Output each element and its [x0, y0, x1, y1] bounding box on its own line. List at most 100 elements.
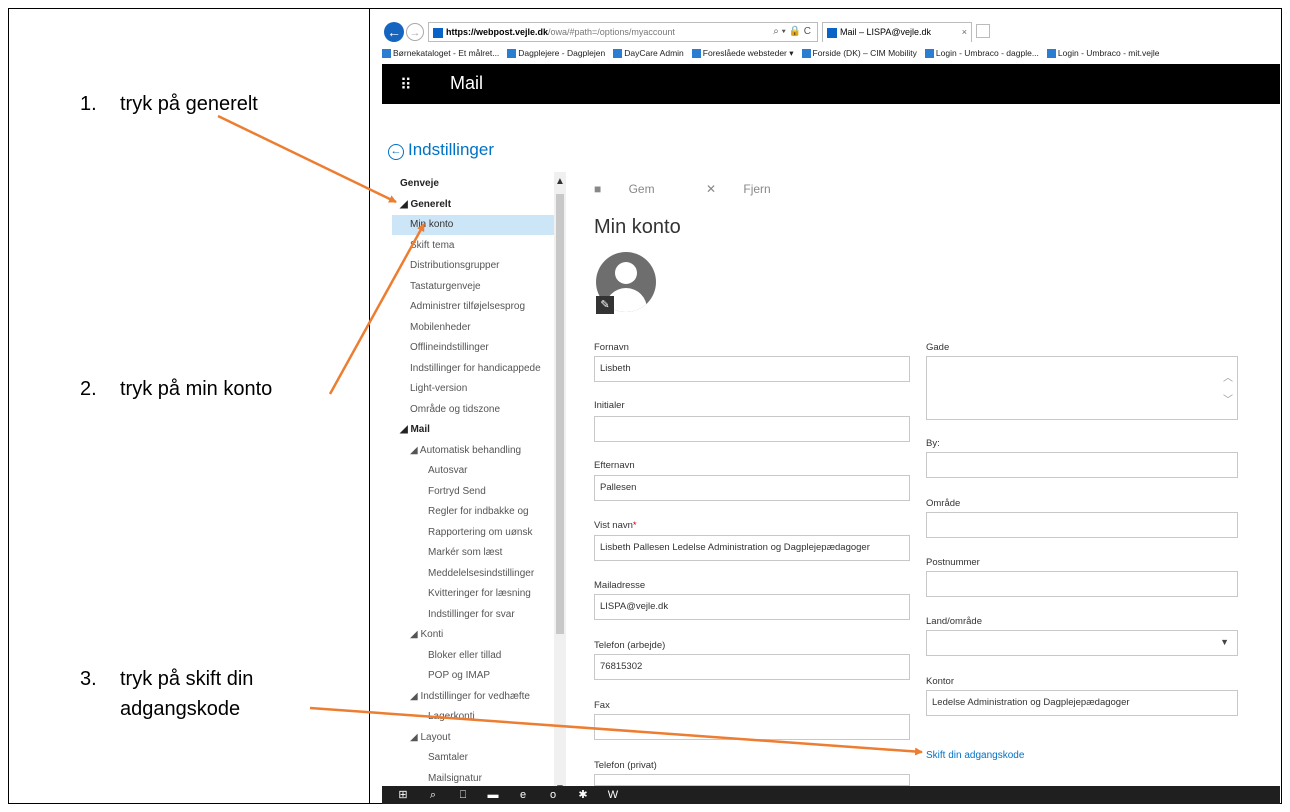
- sidebar-item[interactable]: Min konto: [392, 215, 556, 235]
- sidebar-item[interactable]: Lagerkonti: [392, 707, 556, 727]
- sidebar-item[interactable]: Samtaler: [392, 748, 556, 768]
- save-button[interactable]: ■ Gem: [594, 182, 679, 196]
- app-name: Mail: [450, 73, 484, 93]
- gade-textarea[interactable]: ︿ ﹀: [926, 356, 1238, 420]
- favorite-label: Forside (DK) – CIM Mobility: [812, 48, 917, 58]
- sidebar-item[interactable]: Markér som læst: [392, 543, 556, 563]
- favorite-item[interactable]: Login - Umbraco - mit.vejle: [1046, 48, 1160, 59]
- email-field[interactable]: LISPA@vejle.dk: [594, 594, 910, 620]
- vistnavn-field[interactable]: Lisbeth Pallesen Ledelse Administration …: [594, 535, 910, 561]
- sidebar-item[interactable]: ◢ Automatisk behandling: [392, 441, 556, 461]
- by-field[interactable]: [926, 452, 1238, 478]
- sidebar-item[interactable]: Meddelelsesindstillinger: [392, 564, 556, 584]
- fornavn-field[interactable]: Lisbeth: [594, 356, 910, 382]
- task-view-icon[interactable]: ⎕: [456, 788, 470, 802]
- sidebar-item[interactable]: POP og IMAP: [392, 666, 556, 686]
- file-explorer-icon[interactable]: ▬: [486, 788, 500, 802]
- sidebar-item[interactable]: Tastaturgenveje: [392, 277, 556, 297]
- toolbar: ■ Gem ✕ Fjern: [594, 182, 819, 196]
- favorite-item[interactable]: Login - Umbraco - dagple...: [924, 48, 1039, 59]
- app-icon[interactable]: ✱: [576, 788, 590, 802]
- scrollbar-thumb[interactable]: [556, 194, 564, 634]
- sidebar-item[interactable]: Administrer tilføjelsesprog: [392, 297, 556, 317]
- edge-icon[interactable]: e: [516, 788, 530, 802]
- sidebar-item[interactable]: Regler for indbakke og: [392, 502, 556, 522]
- sidebar-item[interactable]: Offlineindstillinger: [392, 338, 556, 358]
- chevron-up-icon[interactable]: ︿: [1223, 369, 1233, 384]
- favorite-item[interactable]: DayCare Admin: [613, 48, 684, 59]
- url-action-icons[interactable]: ⌕ ▾ 🔒 C: [773, 23, 811, 41]
- land-select[interactable]: ▼: [926, 630, 1238, 656]
- forward-icon[interactable]: →: [406, 23, 424, 41]
- mail-label: Mailadresse: [594, 580, 646, 591]
- sidebar-item[interactable]: Skift tema: [392, 236, 556, 256]
- search-icon[interactable]: ⌕: [426, 788, 440, 802]
- url-input[interactable]: https://webpost.vejle.dk/owa/#path=/opti…: [428, 22, 818, 42]
- settings-back-link[interactable]: ← Indstillinger: [388, 140, 494, 160]
- close-icon[interactable]: ×: [962, 23, 967, 42]
- telefon-arbejde-field[interactable]: 76815302: [594, 654, 910, 680]
- url-path: /owa/#path=/options/myaccount: [548, 27, 675, 37]
- new-tab-icon[interactable]: [976, 24, 990, 38]
- favorite-icon: [691, 49, 701, 59]
- instruction-text: tryk på min konto: [120, 378, 273, 400]
- owa-favicon-icon: [433, 27, 443, 38]
- sidebar-item[interactable]: ◢ Konti: [392, 625, 556, 645]
- change-password-link[interactable]: Skift din adgangskode: [926, 750, 1024, 761]
- sidebar-item[interactable]: Kvitteringer for læsning: [392, 584, 556, 604]
- favorite-label: Login - Umbraco - mit.vejle: [1057, 48, 1160, 58]
- favorite-label: DayCare Admin: [624, 48, 684, 58]
- app-launcher-icon[interactable]: ⠿: [400, 75, 412, 95]
- chevron-up-icon[interactable]: ▲: [554, 176, 566, 187]
- browser-tab[interactable]: Mail – LISPA@vejle.dk ×: [822, 22, 972, 42]
- nav-scrollbar[interactable]: ▲ ▼: [554, 172, 566, 804]
- kontor-field[interactable]: Ledelse Administration og Dagplejepædago…: [926, 690, 1238, 716]
- favorite-item[interactable]: Foreslåede websteder ▾: [691, 48, 794, 59]
- omraade-field[interactable]: [926, 512, 1238, 538]
- sidebar-item[interactable]: Bloker eller tillad: [392, 646, 556, 666]
- omraade-label: Område: [926, 498, 961, 509]
- chevron-down-icon[interactable]: ﹀: [1223, 391, 1233, 406]
- sidebar-item[interactable]: Indstillinger for svar: [392, 605, 556, 625]
- sidebar-item[interactable]: ◢ Indstillinger for vedhæfte: [392, 687, 556, 707]
- sidebar-item[interactable]: ◢ Mail: [392, 420, 556, 440]
- column-divider: [369, 8, 370, 804]
- required-marker: *: [632, 520, 637, 531]
- pencil-icon[interactable]: ✎: [596, 296, 614, 314]
- efternavn-field[interactable]: Pallesen: [594, 475, 910, 501]
- sidebar-item[interactable]: Indstillinger for handicappede: [392, 359, 556, 379]
- windows-start-icon[interactable]: ⊞: [396, 788, 410, 802]
- by-label: By:: [926, 438, 940, 449]
- telefon-arbejde-label: Telefon (arbejde): [594, 640, 666, 651]
- page-title: Min konto: [594, 216, 681, 238]
- telefon-privat-field[interactable]: [594, 774, 910, 786]
- instruction-number: 2.: [80, 378, 97, 400]
- fax-field[interactable]: [594, 714, 910, 740]
- sidebar-item[interactable]: Genveje: [392, 174, 556, 194]
- sidebar-item[interactable]: Fortryd Send: [392, 482, 556, 502]
- favorite-item[interactable]: Børnekataloget - Et målret...: [382, 48, 499, 59]
- close-icon: ✕: [705, 182, 717, 196]
- back-icon[interactable]: ←: [384, 22, 404, 42]
- sidebar-item[interactable]: Distributionsgrupper: [392, 256, 556, 276]
- sidebar-item[interactable]: Autosvar: [392, 461, 556, 481]
- word-icon[interactable]: W: [606, 788, 620, 802]
- url-host: https://webpost.vejle.dk: [446, 27, 549, 37]
- sidebar-item[interactable]: Light-version: [392, 379, 556, 399]
- sidebar-item[interactable]: Område og tidszone: [392, 400, 556, 420]
- favorite-item[interactable]: Forside (DK) – CIM Mobility: [801, 48, 917, 59]
- instruction-2: 2. tryk på min konto: [80, 378, 272, 401]
- sidebar-item[interactable]: Mobilenheder: [392, 318, 556, 338]
- postnummer-field[interactable]: [926, 571, 1238, 597]
- sidebar-item[interactable]: Rapportering om uønsk: [392, 523, 556, 543]
- instruction-number: 3.: [80, 668, 97, 690]
- initialer-field[interactable]: [594, 416, 910, 442]
- remove-button[interactable]: ✕ Fjern: [706, 182, 795, 196]
- favorite-icon: [507, 49, 517, 59]
- sidebar-item[interactable]: ◢ Layout: [392, 728, 556, 748]
- initialer-label: Initialer: [594, 400, 625, 411]
- sidebar-item[interactable]: ◢ Generelt: [392, 195, 556, 215]
- favorite-item[interactable]: Dagplejere - Dagplejen: [507, 48, 605, 59]
- land-label: Land/område: [926, 616, 982, 627]
- outlook-icon[interactable]: o: [546, 788, 560, 802]
